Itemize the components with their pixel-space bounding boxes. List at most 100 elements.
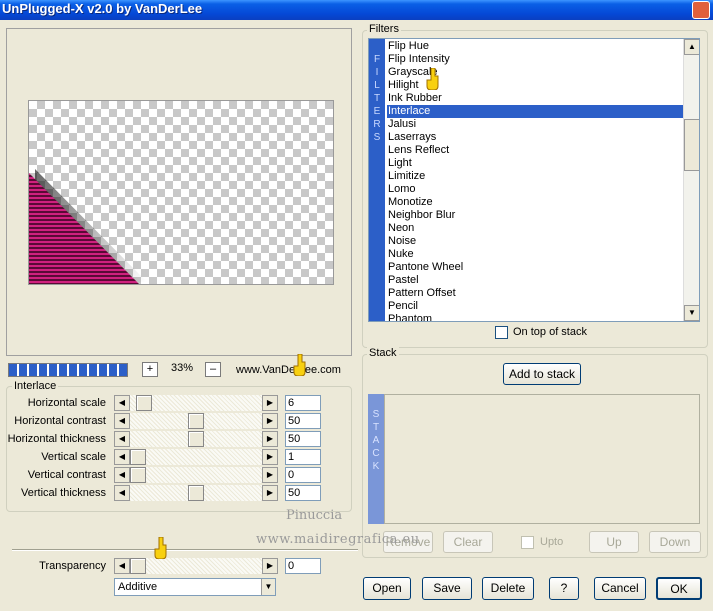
preview-panel <box>6 28 352 356</box>
param-input[interactable]: 6 <box>285 395 321 411</box>
list-item[interactable]: Limitize <box>387 170 683 183</box>
stack-list[interactable] <box>384 394 700 524</box>
slider-right-arrow-icon[interactable]: ▶ <box>262 413 278 429</box>
scroll-up-icon[interactable]: ▲ <box>684 39 699 55</box>
slider-left-arrow-icon[interactable]: ◀ <box>114 485 130 501</box>
list-item[interactable]: Ink Rubber <box>387 92 683 105</box>
list-item[interactable]: Pantone Wheel <box>387 261 683 274</box>
list-item[interactable]: Noise <box>387 235 683 248</box>
transparency-slider[interactable]: ◀ ▶ <box>114 558 278 574</box>
param-slider[interactable]: ◀ ▶ <box>114 449 278 465</box>
list-item[interactable]: Laserrays <box>387 131 683 144</box>
website-link[interactable]: www.VanDerLee.com <box>236 364 341 376</box>
slider-track[interactable] <box>130 449 262 465</box>
slider-left-arrow-icon[interactable]: ◀ <box>114 395 130 411</box>
param-slider[interactable]: ◀ ▶ <box>114 485 278 501</box>
zoom-in-button[interactable]: + <box>142 362 158 377</box>
slider-left-arrow-icon[interactable]: ◀ <box>114 467 130 483</box>
slider-left-arrow-icon[interactable]: ◀ <box>114 558 130 574</box>
param-slider[interactable]: ◀ ▶ <box>114 431 278 447</box>
list-item[interactable]: Jalusi <box>387 118 683 131</box>
list-item[interactable]: Monotize <box>387 196 683 209</box>
add-to-stack-button[interactable]: Add to stack <box>503 363 581 385</box>
chevron-down-icon[interactable]: ▼ <box>261 579 275 595</box>
upto-checkbox[interactable] <box>521 536 534 549</box>
close-button[interactable] <box>692 1 710 19</box>
slider-right-arrow-icon[interactable]: ▶ <box>262 467 278 483</box>
slider-track[interactable] <box>130 558 262 574</box>
filters-scrollbar[interactable]: ▲ ▼ <box>683 39 699 321</box>
transparency-label: Transparency <box>39 560 106 572</box>
param-input[interactable]: 50 <box>285 413 321 429</box>
slider-left-arrow-icon[interactable]: ◀ <box>114 413 130 429</box>
scroll-thumb[interactable] <box>684 119 699 171</box>
list-item[interactable]: Phantom <box>387 313 683 321</box>
slider-left-arrow-icon[interactable]: ◀ <box>114 449 130 465</box>
list-item[interactable]: Pastel <box>387 274 683 287</box>
scroll-down-icon[interactable]: ▼ <box>684 305 699 321</box>
slider-thumb[interactable] <box>188 413 204 429</box>
cancel-button[interactable]: Cancel <box>594 577 646 600</box>
param-label: Vertical thickness <box>21 487 106 499</box>
title-bar: UnPlugged-X v2.0 by VanDerLee <box>0 0 713 20</box>
slider-left-arrow-icon[interactable]: ◀ <box>114 431 130 447</box>
param-slider[interactable]: ◀ ▶ <box>114 413 278 429</box>
slider-thumb[interactable] <box>188 431 204 447</box>
up-button[interactable]: Up <box>589 531 639 553</box>
help-button[interactable]: ? <box>549 577 579 600</box>
param-label: Horizontal contrast <box>14 415 106 427</box>
slider-right-arrow-icon[interactable]: ▶ <box>262 558 278 574</box>
slider-thumb[interactable] <box>130 558 146 574</box>
zoom-out-button[interactable]: – <box>205 362 221 377</box>
param-input[interactable]: 50 <box>285 431 321 447</box>
slider-right-arrow-icon[interactable]: ▶ <box>262 395 278 411</box>
list-item[interactable]: Nuke <box>387 248 683 261</box>
blend-mode-value: Additive <box>118 581 158 593</box>
slider-thumb[interactable] <box>130 449 146 465</box>
slider-right-arrow-icon[interactable]: ▶ <box>262 431 278 447</box>
progress-bar <box>8 363 128 377</box>
filters-group-title: Filters <box>367 23 401 35</box>
filters-list[interactable]: FILTERS Flip Hue Flip Intensity Grayscale H… <box>368 38 700 322</box>
param-input[interactable]: 1 <box>285 449 321 465</box>
pointing-hand-icon <box>293 354 306 376</box>
blend-mode-select[interactable]: Additive ▼ <box>114 578 276 596</box>
vertical-letter: L <box>374 80 380 91</box>
pointing-hand-icon <box>154 537 167 559</box>
list-item[interactable]: Light <box>387 157 683 170</box>
slider-right-arrow-icon[interactable]: ▶ <box>262 449 278 465</box>
param-input[interactable]: 50 <box>285 485 321 501</box>
list-item[interactable]: Neon <box>387 222 683 235</box>
list-item[interactable]: Pattern Offset <box>387 287 683 300</box>
preview-image[interactable] <box>28 100 334 285</box>
slider-thumb[interactable] <box>188 485 204 501</box>
slider-thumb[interactable] <box>136 395 152 411</box>
delete-button[interactable]: Delete <box>482 577 534 600</box>
down-button[interactable]: Down <box>649 531 701 553</box>
stack-group-title: Stack <box>367 347 399 359</box>
list-item[interactable]: Lomo <box>387 183 683 196</box>
list-item[interactable]: Flip Hue <box>387 40 683 53</box>
list-item[interactable]: Flip Intensity <box>387 53 683 66</box>
stack-vertical-label: STACK <box>368 394 384 524</box>
save-button[interactable]: Save <box>422 577 472 600</box>
on-top-checkbox[interactable] <box>495 326 508 339</box>
param-slider[interactable]: ◀ ▶ <box>114 467 278 483</box>
list-item[interactable]: Interlace <box>387 105 683 118</box>
preview-effect <box>29 169 147 284</box>
interlace-group-title: Interlace <box>12 380 59 392</box>
open-button[interactable]: Open <box>363 577 411 600</box>
clear-button[interactable]: Clear <box>443 531 493 553</box>
pointing-hand-icon <box>426 68 439 90</box>
ok-button[interactable]: OK <box>656 577 702 600</box>
slider-track[interactable] <box>130 467 262 483</box>
list-item[interactable]: Pencil <box>387 300 683 313</box>
list-item[interactable]: Lens Reflect <box>387 144 683 157</box>
watermark-name: Pinuccia <box>286 508 343 523</box>
list-item[interactable]: Neighbor Blur <box>387 209 683 222</box>
slider-right-arrow-icon[interactable]: ▶ <box>262 485 278 501</box>
param-input[interactable]: 0 <box>285 467 321 483</box>
param-slider[interactable]: ◀ ▶ <box>114 395 278 411</box>
transparency-input[interactable]: 0 <box>285 558 321 574</box>
slider-thumb[interactable] <box>130 467 146 483</box>
